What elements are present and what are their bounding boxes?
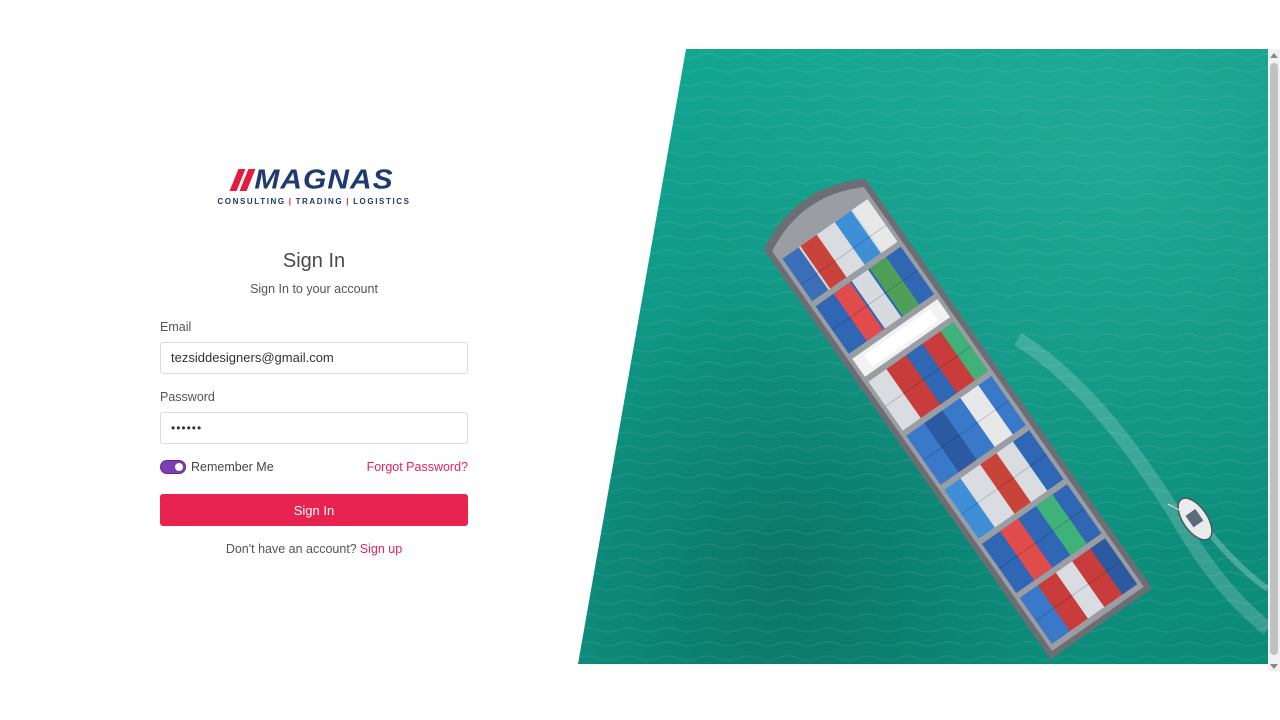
email-label: Email	[160, 320, 192, 334]
logo-wordmark: MAGNAS	[254, 164, 394, 195]
container-ship-image	[578, 49, 1268, 664]
sign-in-button[interactable]: Sign In	[160, 494, 468, 526]
signup-row: Don't have an account? Sign up	[160, 542, 468, 556]
logo-tagline: CONSULTING | TRADING | LOGISTICS	[217, 197, 411, 206]
scroll-down-icon[interactable]	[1270, 664, 1278, 669]
brand-logo: MAGNAS CONSULTING | TRADING | LOGISTICS	[212, 166, 416, 206]
remember-me-toggle[interactable]	[160, 460, 186, 474]
logo-slashes-icon	[229, 169, 256, 191]
sign-up-link[interactable]: Sign up	[360, 542, 402, 556]
login-page: MAGNAS CONSULTING | TRADING | LOGISTICS Sign…	[0, 0, 1280, 720]
email-field[interactable]: tezsiddesigners@gmail.com	[160, 342, 468, 374]
page-title: Sign In	[282, 250, 346, 272]
page-scrollbar[interactable]	[1268, 49, 1280, 671]
signup-prompt: Don't have an account?	[225, 542, 357, 556]
password-field[interactable]: ••••••	[160, 412, 468, 444]
form-options-row: Remember Me Forgot Password?	[160, 458, 468, 476]
login-panel: MAGNAS CONSULTING | TRADING | LOGISTICS Sign…	[160, 160, 468, 556]
scroll-up-icon[interactable]	[1270, 53, 1278, 58]
password-label: Password	[160, 390, 215, 404]
page-subtitle: Sign In to your account	[250, 282, 378, 296]
remember-me-label[interactable]: Remember Me	[191, 460, 274, 474]
forgot-password-link[interactable]: Forgot Password?	[367, 460, 468, 474]
remember-me[interactable]: Remember Me	[160, 460, 274, 474]
container-ship-illustration	[578, 49, 1268, 664]
scrollbar-thumb[interactable]	[1270, 63, 1278, 655]
